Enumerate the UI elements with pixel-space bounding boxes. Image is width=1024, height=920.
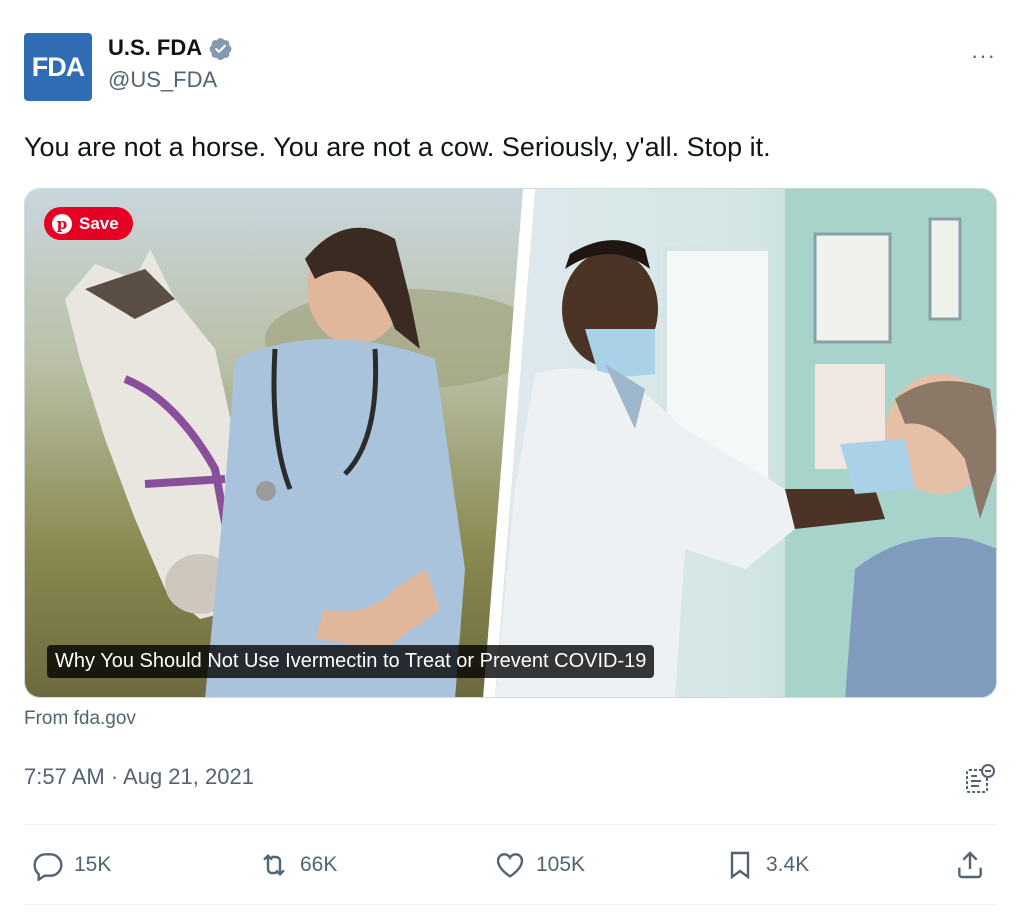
reply-icon bbox=[33, 853, 63, 881]
timestamp[interactable]: 7:57 AM · Aug 21, 2021 bbox=[24, 764, 254, 790]
display-name-row: U.S. FDA bbox=[108, 35, 233, 61]
tweet-header: FDA U.S. FDA @US_FDA ··· bbox=[24, 33, 1000, 103]
reply-count: 15K bbox=[74, 853, 112, 876]
like-button[interactable]: 105K bbox=[494, 842, 585, 888]
repost-count: 66K bbox=[300, 853, 338, 876]
card-source[interactable]: From fda.gov bbox=[24, 708, 136, 730]
card-image bbox=[25, 189, 996, 697]
reply-button[interactable]: 15K bbox=[32, 842, 111, 888]
author-names: U.S. FDA @US_FDA bbox=[108, 35, 233, 93]
share-icon bbox=[958, 851, 982, 879]
avatar[interactable]: FDA bbox=[24, 33, 92, 101]
verified-badge-icon bbox=[209, 37, 232, 60]
action-bar: 15K 66K 105K 3.4K bbox=[24, 842, 1000, 888]
divider bbox=[24, 824, 997, 825]
tweet-text: You are not a horse. You are not a cow. … bbox=[24, 132, 771, 162]
repost-button[interactable]: 66K bbox=[258, 842, 337, 888]
avatar-text: FDA bbox=[31, 51, 85, 82]
share-button[interactable] bbox=[954, 842, 986, 888]
pinterest-icon: p bbox=[52, 213, 72, 234]
more-options-icon[interactable]: ··· bbox=[971, 43, 996, 69]
bookmark-button[interactable]: 3.4K bbox=[724, 842, 809, 888]
handle[interactable]: @US_FDA bbox=[108, 67, 233, 93]
bookmark-count: 3.4K bbox=[766, 853, 810, 876]
bookmark-icon bbox=[730, 851, 750, 880]
repost-icon bbox=[263, 853, 285, 877]
analytics-icon[interactable] bbox=[963, 762, 999, 798]
divider bbox=[24, 904, 997, 905]
save-label: Save bbox=[79, 213, 119, 233]
like-count: 105K bbox=[536, 853, 586, 876]
heart-icon bbox=[496, 853, 524, 878]
link-card[interactable]: p Save Why You Should Not Use Ivermectin… bbox=[24, 188, 997, 698]
card-caption: Why You Should Not Use Ivermectin to Tre… bbox=[47, 645, 655, 678]
display-name[interactable]: U.S. FDA bbox=[108, 35, 202, 61]
pinterest-save-button[interactable]: p Save bbox=[44, 207, 133, 240]
